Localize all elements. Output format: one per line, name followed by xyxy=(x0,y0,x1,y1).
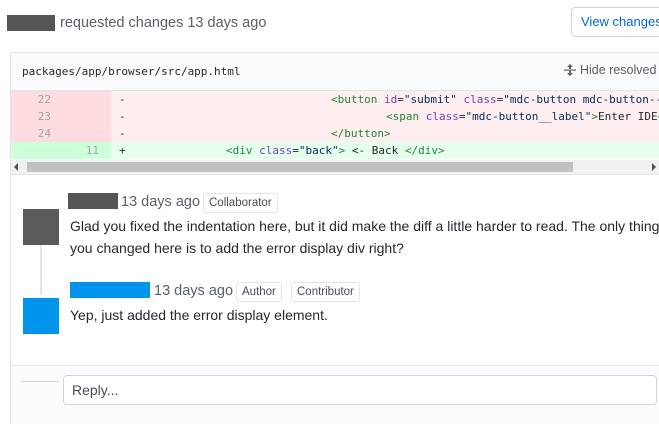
file-header: packages/app/browser/src/app.html Hide r… xyxy=(11,53,659,91)
code-text: <span class="mdc-button__label">Enter ID… xyxy=(386,108,659,125)
code-text: <div class="back"> <- Back </div> xyxy=(226,142,445,159)
code-token: "mdc-button mdc-button-- xyxy=(503,93,659,106)
file-path: packages/app/browser/src/app.html xyxy=(22,65,241,78)
code-token: "mdc-button__label" xyxy=(465,110,592,123)
new-line-number[interactable] xyxy=(59,125,99,142)
new-line-number[interactable]: 11 xyxy=(59,142,99,159)
diff-sign: + xyxy=(119,144,126,157)
code-token: </button> xyxy=(331,127,391,140)
view-changes-button[interactable]: View changes xyxy=(571,7,659,37)
contributor-badge: Contributor xyxy=(291,282,360,302)
horizontal-scrollbar[interactable] xyxy=(11,160,659,174)
code-text: </button> xyxy=(331,125,391,142)
avatar[interactable] xyxy=(23,298,59,334)
avatar[interactable] xyxy=(23,209,59,245)
unfold-icon xyxy=(564,64,576,76)
new-line-number[interactable] xyxy=(59,108,99,125)
diff-line-removed: 22- <button id="submit" class="mdc-button… xyxy=(11,91,659,108)
review-status-text: requested changes 13 days ago xyxy=(60,15,267,31)
code-token: > xyxy=(591,110,598,123)
code-token: class xyxy=(463,93,497,106)
diff-line-added: 11 + <div class="back"> <- Back </div> xyxy=(11,142,659,159)
diff-sign: - xyxy=(119,127,126,140)
code-token: = xyxy=(397,93,404,106)
code-token: <button xyxy=(331,93,384,106)
comment-timestamp[interactable]: 13 days ago xyxy=(154,282,233,300)
code-text: <button id="submit" class="mdc-button md… xyxy=(331,91,659,108)
collaborator-badge: Collaborator xyxy=(203,193,278,213)
scrollbar-thumb[interactable] xyxy=(27,162,573,172)
reply-divider xyxy=(21,381,59,382)
code-token: <span xyxy=(386,110,426,123)
diff-line-removed: 24 - </button> xyxy=(11,125,659,142)
diff-sign: - xyxy=(119,93,126,106)
code-token: </div> xyxy=(404,144,445,157)
code-token: = xyxy=(292,144,299,157)
code-token: = xyxy=(458,110,466,123)
reply-area xyxy=(11,365,659,424)
code-token: class xyxy=(425,110,459,123)
review-file-box: packages/app/browser/src/app.html Hide r… xyxy=(10,52,659,424)
review-header: requested changes 13 days ago View chang… xyxy=(0,0,659,48)
code-token: Enter IDE xyxy=(597,110,658,123)
diff-line-removed: 23 - <span class="mdc-button__label">Enter… xyxy=(11,108,659,125)
comment-timestamp[interactable]: 13 days ago xyxy=(121,193,200,211)
comment-body: Glad you fixed the indentation here, but… xyxy=(70,218,659,256)
comment-body: Yep, just added the error display elemen… xyxy=(70,307,328,323)
old-line-number[interactable]: 22 xyxy=(11,91,51,108)
hide-resolved-label: Hide resolved xyxy=(580,63,657,77)
comment-thread: 13 days ago Collaborator Glad you fixed … xyxy=(11,174,659,365)
code-token: class xyxy=(259,144,293,157)
redacted-username xyxy=(7,15,55,31)
author-badge: Author xyxy=(236,282,282,302)
old-line-number[interactable]: 23 xyxy=(11,108,51,125)
code-token: id xyxy=(383,93,398,106)
scroll-left-icon[interactable] xyxy=(14,163,18,171)
reply-input[interactable] xyxy=(63,375,657,405)
scroll-right-icon[interactable] xyxy=(652,163,656,171)
hide-resolved-button[interactable]: Hide resolved xyxy=(563,63,656,77)
code-token: <div xyxy=(226,144,260,157)
old-line-number[interactable] xyxy=(11,142,51,159)
new-line-number[interactable] xyxy=(59,91,99,108)
redacted-commenter-name xyxy=(68,193,118,209)
diff-sign: - xyxy=(119,110,126,123)
redacted-commenter-name xyxy=(70,282,150,298)
old-line-number[interactable]: 24 xyxy=(11,125,51,142)
diff-table: 22- <button id="submit" class="mdc-button… xyxy=(11,91,659,159)
code-token: <- Back xyxy=(345,144,405,157)
code-token: "back" xyxy=(298,144,339,157)
code-token: "submit" xyxy=(403,93,457,106)
